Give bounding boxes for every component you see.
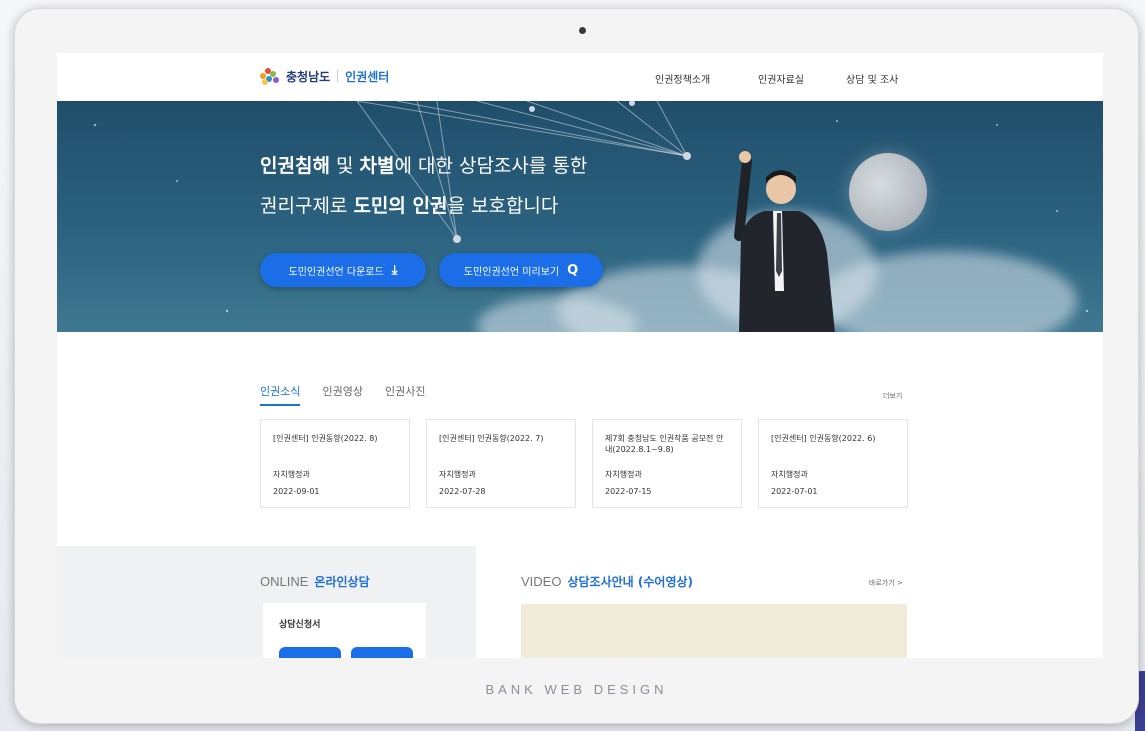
news-card[interactable]: [인권센터] 인권동향(2022. 7) 자치행정과 2022-07-28 [426, 419, 576, 508]
news-card-dept: 자치행정과 [273, 470, 310, 479]
video-player[interactable] [521, 604, 907, 658]
preview-declaration-button[interactable]: 도민인권선언 미리보기 Q [439, 253, 603, 287]
hero-text: 을 보호합니다 [447, 195, 559, 217]
nav-item-policy[interactable]: 인권정책소개 [655, 71, 710, 86]
hero-emphasis: 인권침해 [260, 155, 330, 177]
section-eng-title: ONLINE [260, 574, 309, 589]
tab-human-rights-photo[interactable]: 인권사진 [385, 383, 425, 406]
news-card-title: 제7회 충청남도 인권작품 공모전 안내(2022.8.1~9.8) [605, 434, 724, 454]
more-link[interactable]: 더보기 [883, 391, 902, 401]
search-icon: Q [567, 262, 579, 278]
news-card-list: [인권센터] 인권동향(2022. 8) 자치행정과 2022-09-01 [인… [260, 419, 908, 508]
news-card[interactable]: 제7회 충청남도 인권작품 공모전 안내(2022.8.1~9.8) 자치행정과… [592, 419, 742, 508]
counseling-action-button[interactable] [351, 647, 413, 658]
camera-dot [579, 27, 586, 34]
hero-text: 권리구제로 [260, 195, 354, 217]
hero-headline-line2: 권리구제로 도민의 인권을 보호합니다 [260, 191, 558, 218]
site-logo[interactable]: 충청남도 인권센터 [260, 67, 389, 85]
video-section: VIDEO 상담조사안내 (수어영상) 바로가기 > [476, 546, 1103, 658]
hero-text: 에 대한 상담조사를 통한 [394, 155, 588, 177]
news-card-date: 2022-09-01 [273, 487, 320, 496]
hero-headline-line1: 인권침해 및 차별에 대한 상담조사를 통한 [260, 151, 587, 178]
news-card[interactable]: [인권센터] 인권동향(2022. 6) 자치행정과 2022-07-01 [758, 419, 908, 508]
news-card-title: [인권센터] 인권동향(2022. 6) [771, 434, 876, 443]
news-card-title: [인권센터] 인권동향(2022. 8) [273, 434, 378, 443]
logo-divider [337, 70, 339, 82]
news-tabs: 인권소식 인권영상 인권사진 [260, 383, 425, 406]
logo-name: 충청남도 [286, 69, 331, 84]
video-section-heading: VIDEO 상담조사안내 (수어영상) [521, 571, 693, 590]
section-eng-title: VIDEO [521, 574, 562, 589]
moon-image [849, 153, 927, 231]
hero-banner: 인권침해 및 차별에 대한 상담조사를 통한 권리구제로 도민의 인권을 보호합… [57, 101, 1103, 332]
counseling-form-card: 상담신청서 [263, 603, 426, 658]
counseling-action-button[interactable] [279, 647, 341, 658]
news-card-title: [인권센터] 인권동향(2022. 7) [439, 434, 544, 443]
download-declaration-button[interactable]: 도민인권선언 다운로드 ⤓ [260, 253, 426, 287]
news-card-date: 2022-07-01 [771, 487, 818, 496]
tab-human-rights-video[interactable]: 인권영상 [322, 383, 362, 406]
online-section-heading: ONLINE 온라인상담 [260, 571, 370, 590]
hero-emphasis: 차별 [359, 155, 395, 177]
footer-brand: BANK WEB DESIGN [485, 682, 668, 697]
hero-emphasis: 도민의 인권 [353, 195, 448, 217]
website-screen: 충청남도 인권센터 인권정책소개 인권자료실 상담 및 조사 인권침해 및 차별… [57, 53, 1103, 658]
tablet-frame: 충청남도 인권센터 인권정책소개 인권자료실 상담 및 조사 인권침해 및 차별… [14, 8, 1139, 724]
hero-text: 및 [329, 155, 360, 177]
nav-item-resources[interactable]: 인권자료실 [758, 71, 804, 86]
logo-flower-icon [260, 67, 282, 85]
news-card-date: 2022-07-28 [439, 487, 486, 496]
logo-subtitle: 인권센터 [345, 69, 390, 84]
button-label: 도민인권선언 미리보기 [463, 266, 560, 278]
download-icon: ⤓ [391, 262, 398, 278]
site-header: 충청남도 인권센터 인권정책소개 인권자료실 상담 및 조사 [57, 53, 1103, 101]
news-card-dept: 자치행정과 [605, 470, 642, 479]
businessman-image [734, 151, 835, 332]
news-card-dept: 자치행정과 [439, 470, 476, 479]
nav-item-counseling[interactable]: 상담 및 조사 [846, 71, 898, 86]
section-kor-title: 온라인상담 [314, 575, 370, 589]
section-kor-title: 상담조사안내 (수어영상) [567, 575, 694, 589]
news-card-date: 2022-07-15 [605, 487, 652, 496]
button-label: 도민인권선언 다운로드 [288, 266, 384, 278]
online-counseling-section: ONLINE 온라인상담 상담신청서 [57, 546, 476, 658]
video-shortcut-link[interactable]: 바로가기 > [869, 578, 903, 588]
counseling-form-title: 상담신청서 [279, 620, 321, 630]
tab-human-rights-news[interactable]: 인권소식 [260, 383, 301, 406]
news-card-dept: 자치행정과 [771, 470, 808, 479]
news-card[interactable]: [인권센터] 인권동향(2022. 8) 자치행정과 2022-09-01 [260, 419, 410, 508]
